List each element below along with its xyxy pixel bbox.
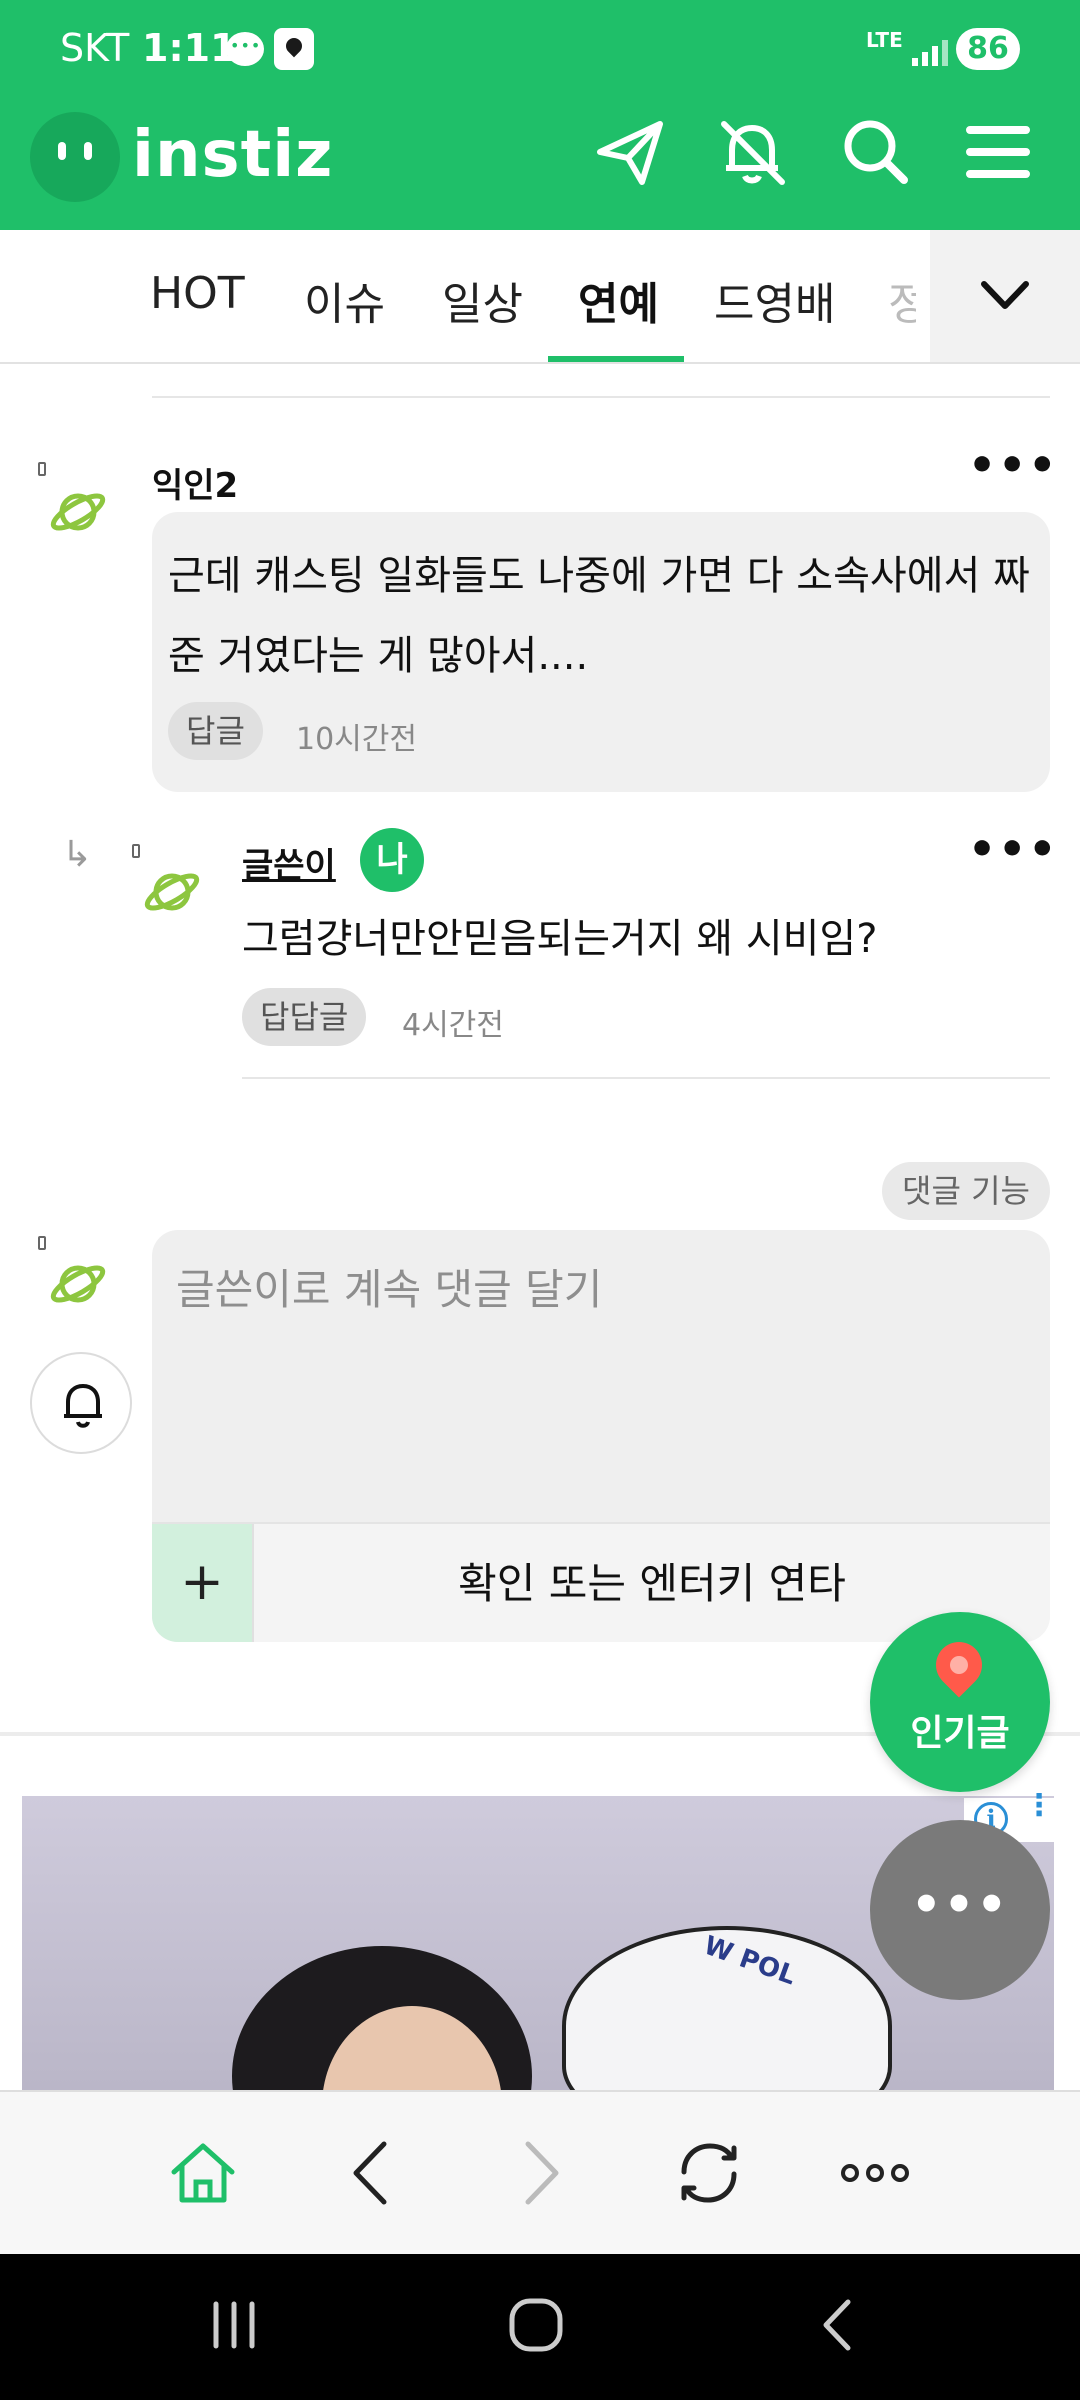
battery-level: 86	[956, 28, 1020, 70]
comment-text: 근데 캐스팅 일화들도 나중에 가면 다 소속사에서 짜 준 거였다는 게 많아…	[168, 553, 1030, 679]
popular-posts-button[interactable]: 인기글	[870, 1612, 1050, 1792]
system-back-icon[interactable]	[798, 2290, 878, 2360]
flame-icon	[926, 1632, 992, 1698]
tab-entertainment[interactable]: 연예	[578, 268, 659, 332]
logo-text[interactable]: instiz	[132, 118, 333, 192]
reply-button[interactable]: 답글	[168, 702, 263, 760]
planet-avatar-icon[interactable]	[48, 482, 108, 542]
comment-more-button[interactable]: •••	[968, 440, 1058, 491]
comment-notify-button[interactable]	[30, 1352, 132, 1454]
browser-menu-icon[interactable]	[830, 2128, 920, 2218]
popular-posts-label: 인기글	[910, 1713, 1010, 1754]
tab-expand-button[interactable]	[930, 230, 1080, 362]
chat-notification-icon	[226, 32, 264, 66]
reply-more-button[interactable]: •••	[968, 824, 1058, 875]
send-icon[interactable]	[590, 112, 670, 192]
comment-input[interactable]: 글쓴이로 계속 댓글 달기	[176, 1256, 602, 1317]
me-badge: 나	[360, 828, 424, 892]
map-notification-icon	[274, 28, 314, 70]
status-bar: SKT 1:11 LTE 86	[0, 0, 1080, 100]
planet-avatar-icon[interactable]	[142, 862, 202, 922]
tab-daily[interactable]: 일상	[442, 268, 523, 332]
level-mark-icon	[38, 1236, 46, 1250]
comment-features-button[interactable]: 댓글 기능	[882, 1162, 1050, 1220]
refresh-icon[interactable]	[664, 2128, 754, 2218]
forward-icon[interactable]	[494, 2128, 584, 2218]
home-button-icon[interactable]	[496, 2290, 576, 2360]
more-actions-button[interactable]: •••	[870, 1820, 1050, 2000]
reply-nickname[interactable]: 글쓴이	[242, 838, 336, 887]
reply-time: 4시간전	[402, 1008, 504, 1043]
recent-apps-icon[interactable]	[194, 2290, 274, 2360]
signal-icon	[912, 36, 948, 66]
search-icon[interactable]	[836, 112, 916, 192]
level-mark-icon	[38, 462, 46, 476]
chevron-down-icon	[981, 281, 1029, 309]
active-tab-indicator	[548, 356, 684, 362]
back-icon[interactable]	[328, 2128, 418, 2218]
divider	[152, 396, 1050, 398]
tab-partial[interactable]: 정	[888, 268, 916, 332]
tab-hot[interactable]: HOT	[150, 268, 245, 319]
carrier-label: SKT	[60, 26, 130, 70]
tab-issue[interactable]: 이슈	[304, 268, 385, 332]
comment-nickname[interactable]: 익인2	[152, 458, 238, 507]
ad-options-icon: ⋮	[1024, 1788, 1054, 1823]
clock: 1:11	[142, 26, 237, 70]
menu-icon[interactable]	[958, 112, 1038, 192]
reply-text: 그럼걍너만안믿음되는거지 왜 시비임?	[242, 916, 878, 962]
comment-compose-box: 글쓴이로 계속 댓글 달기 + 확인 또는 엔터키 연타	[152, 1230, 1050, 1642]
tab-drama-movie[interactable]: 드영배	[714, 268, 835, 332]
divider	[242, 1077, 1050, 1079]
category-tabs: HOT 이슈 일상 연예 드영배 정	[0, 230, 1080, 364]
bell-icon	[64, 1384, 102, 1428]
home-icon[interactable]	[158, 2128, 248, 2218]
reply-to-reply-button[interactable]: 답답글	[242, 988, 367, 1046]
network-type: LTE	[866, 28, 903, 52]
level-mark-icon	[132, 844, 140, 858]
planet-avatar-icon	[50, 1265, 106, 1303]
comment-time: 10시간전	[296, 722, 417, 757]
instiz-logo-icon[interactable]	[30, 112, 120, 202]
reply-arrow-icon: ↳	[62, 834, 93, 875]
attach-plus-button[interactable]: +	[152, 1524, 254, 1642]
notification-off-icon[interactable]	[712, 112, 792, 192]
